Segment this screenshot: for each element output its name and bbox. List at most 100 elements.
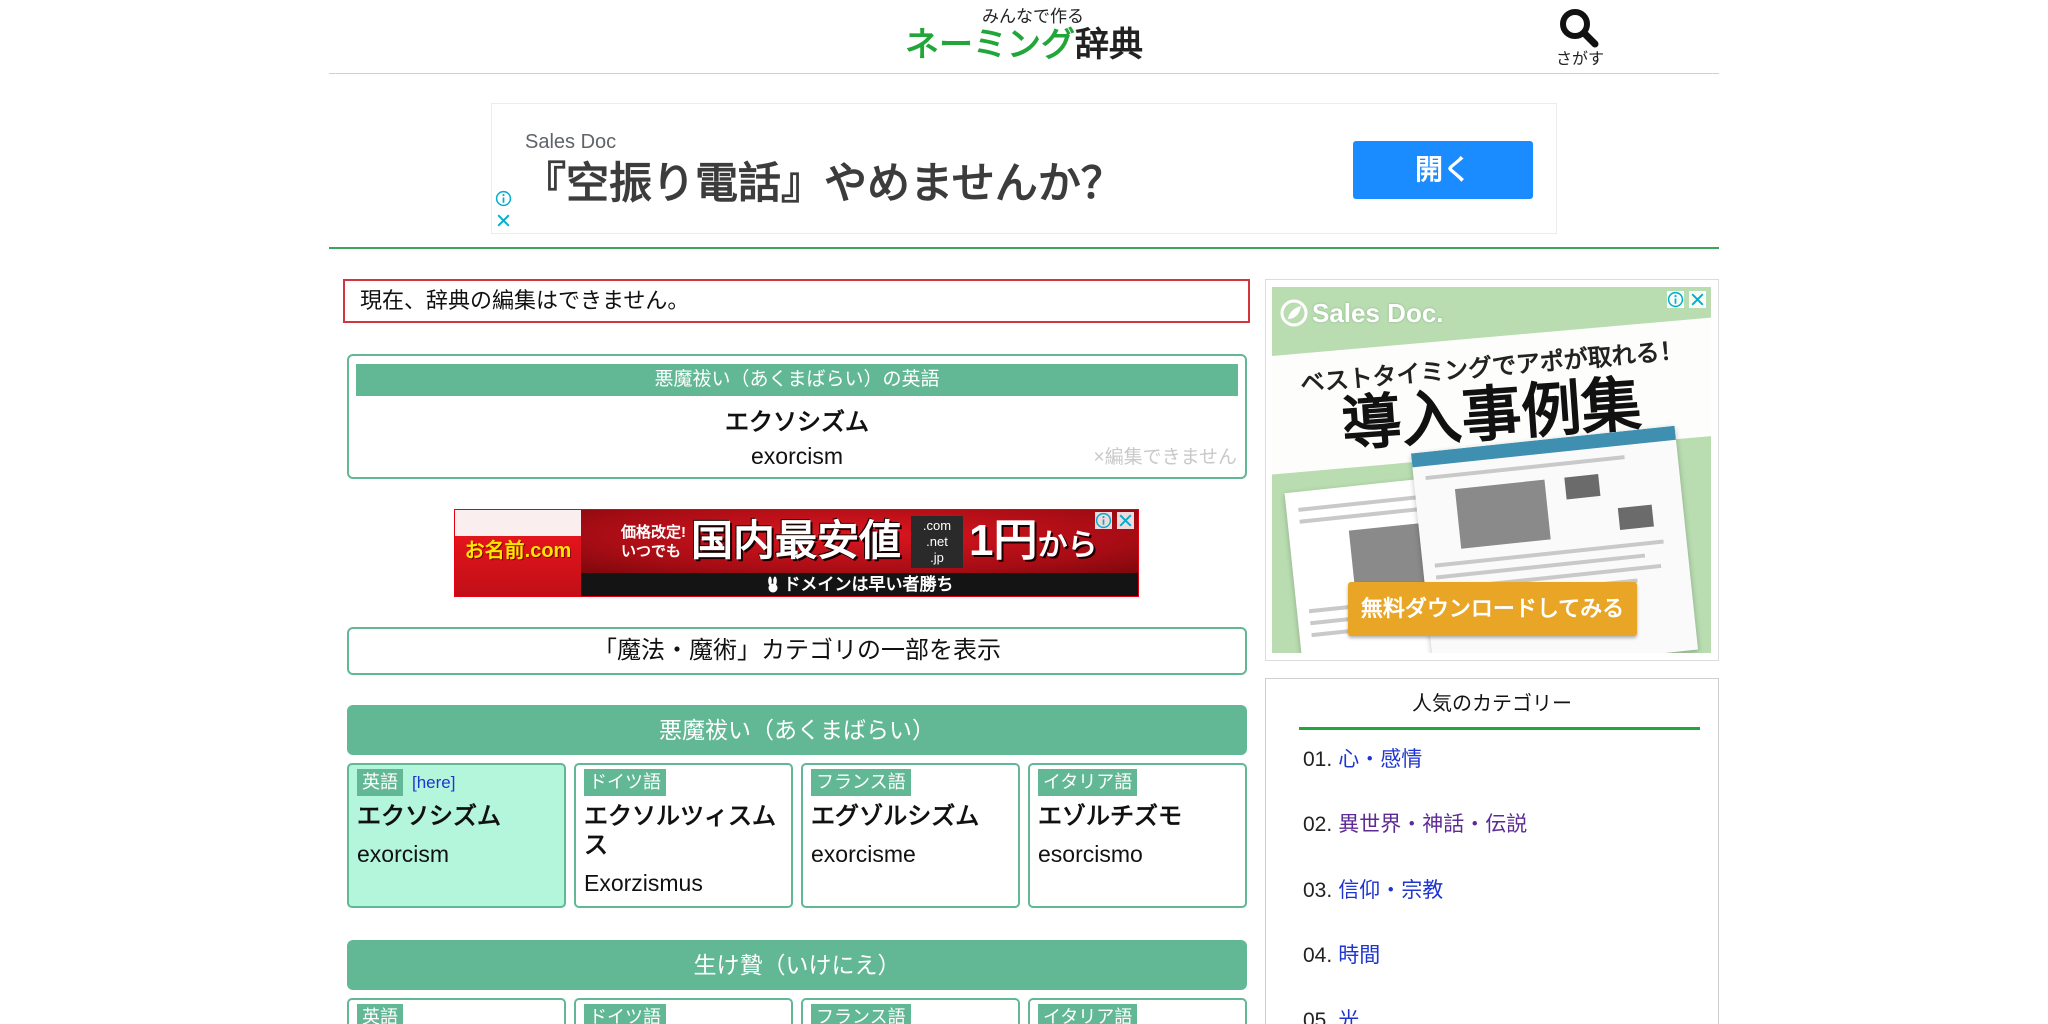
search-button[interactable]: さがす xyxy=(1550,4,1610,70)
translation-card-german[interactable]: ドイツ語 エクソルツィスムス Exorzismus xyxy=(574,763,793,908)
close-icon[interactable] xyxy=(495,212,512,229)
close-icon[interactable] xyxy=(1689,291,1706,308)
translation-word: エクソシズム xyxy=(357,803,501,830)
domain-ad-promo-line2: いつでも xyxy=(621,543,682,560)
language-tag: 英語 xyxy=(357,1004,403,1024)
list-item: 03. 信仰・宗教 xyxy=(1303,878,1443,904)
translation-latin: exorcism xyxy=(357,841,450,867)
translation-latin: esorcismo xyxy=(1038,841,1143,867)
close-icon[interactable] xyxy=(1117,512,1134,529)
info-icon[interactable] xyxy=(495,190,512,207)
category-link[interactable]: 心・感情 xyxy=(1338,748,1422,771)
word-section-header[interactable]: 悪魔祓い（あくまばらい） xyxy=(347,705,1247,755)
translation-card-italian[interactable]: イタリア語 xyxy=(1028,998,1247,1024)
domain-ad-price-value: 1円 xyxy=(969,516,1038,565)
card-tag-row: 英語 [here] xyxy=(357,769,556,796)
top-ad-open-button[interactable]: 開く xyxy=(1353,141,1533,199)
domain-ad-tld: .net xyxy=(926,534,948,549)
domain-ad-brand: お名前.com xyxy=(464,540,572,562)
domain-ad-tagline-strip: ドメインは早い者勝ち xyxy=(581,573,1138,596)
category-link[interactable]: 光 xyxy=(1338,1009,1359,1024)
category-link[interactable]: 異世界・神話・伝説 xyxy=(1338,813,1527,836)
doc-logo-badge xyxy=(1617,504,1654,531)
language-tag: フランス語 xyxy=(811,769,911,796)
card-tag-row: 英語 xyxy=(357,1004,556,1024)
list-item: 01. 心・感情 xyxy=(1303,747,1422,773)
translation-grid: 英語 [here] エクソシズム exorcism ドイツ語 エクソルツィスムス… xyxy=(347,763,1247,908)
page: みんなで作る ネーミング辞典 さがす Sales Doc 『空振り電話』やめませ… xyxy=(0,0,2048,1024)
card-tag-row: ドイツ語 xyxy=(584,769,783,796)
domain-ad-brand-panel: お名前.com xyxy=(455,510,581,596)
domain-ad-headline: 国内最安値 xyxy=(691,517,902,564)
translation-card-french[interactable]: フランス語 エグゾルシズム exorcisme xyxy=(801,763,1020,908)
language-tag: イタリア語 xyxy=(1038,1004,1138,1024)
translation-latin: Exorzismus xyxy=(584,870,703,896)
word-card-header: 悪魔祓い（あくまばらい）の英語 xyxy=(356,364,1238,396)
sidebar-ad-creative[interactable]: Sales Doc. ベストタイミングでアポが取れる！ 導入事例集 無料ダウンロ… xyxy=(1272,287,1711,653)
category-rank: 05. xyxy=(1303,1009,1333,1024)
domain-ad-price: 1円から xyxy=(969,516,1097,571)
card-tag-row: ドイツ語 xyxy=(584,1004,783,1024)
logo-title-green: ネーミング xyxy=(905,26,1075,64)
logo-title: ネーミング辞典 xyxy=(905,24,1143,66)
category-rank: 04. xyxy=(1303,944,1333,967)
translation-grid: 英語 ドイツ語 フランス語 イタリア語 xyxy=(347,998,1247,1024)
card-tag-row: フランス語 xyxy=(811,1004,1010,1024)
header-divider xyxy=(329,73,1719,74)
card-tag-row: イタリア語 xyxy=(1038,769,1237,796)
word-card: 悪魔祓い（あくまばらい）の英語 エクソシズム exorcism ×編集できません xyxy=(347,354,1247,479)
popular-categories-rule xyxy=(1299,727,1700,730)
edit-disabled-notice: 現在、辞典の編集はできません。 xyxy=(343,279,1250,323)
language-tag: イタリア語 xyxy=(1038,769,1138,796)
list-item: 05. 光 xyxy=(1303,1008,1359,1024)
sidebar-ad[interactable]: Sales Doc. ベストタイミングでアポが取れる！ 導入事例集 無料ダウンロ… xyxy=(1265,279,1719,661)
translation-card-french[interactable]: フランス語 xyxy=(801,998,1020,1024)
translation-word: エクソルツィスムス xyxy=(584,803,776,859)
domain-ad-tld-list: .com .net .jp xyxy=(911,516,963,568)
popular-categories-title: 人気のカテゴリー xyxy=(1412,693,1572,715)
section-divider xyxy=(329,247,1719,249)
top-ad-headline: 『空振り電話』やめませんか？ xyxy=(523,160,1124,208)
domain-ad-price-suffix: から xyxy=(1037,529,1098,562)
search-icon[interactable] xyxy=(1558,7,1600,49)
card-tag-row: フランス語 xyxy=(811,769,1010,796)
info-icon[interactable] xyxy=(1095,512,1112,529)
list-item: 04. 時間 xyxy=(1303,943,1380,969)
search-label[interactable]: さがす xyxy=(1550,50,1610,70)
category-link[interactable]: 「魔法・魔術」カテゴリの一部を表示 xyxy=(347,627,1247,675)
top-ad-banner[interactable]: Sales Doc 『空振り電話』やめませんか？ 開く xyxy=(491,103,1557,234)
current-marker: [here] xyxy=(412,772,456,792)
top-ad-brand: Sales Doc xyxy=(525,131,617,153)
info-icon[interactable] xyxy=(1667,291,1684,308)
rabbit-icon xyxy=(767,576,777,593)
word-card-word: エクソシズム xyxy=(725,409,869,436)
leaf-logo-icon xyxy=(1280,299,1308,327)
site-logo[interactable]: みんなで作る ネーミング辞典 xyxy=(900,4,1150,68)
language-tag: ドイツ語 xyxy=(584,1004,666,1024)
translation-card-english[interactable]: 英語 [here] エクソシズム exorcism xyxy=(347,763,566,908)
category-link[interactable]: 時間 xyxy=(1338,944,1380,967)
category-rank: 01. xyxy=(1303,748,1333,771)
sidebar-ad-download-button[interactable]: 無料ダウンロードしてみる xyxy=(1348,582,1637,636)
category-link[interactable]: 信仰・宗教 xyxy=(1338,879,1443,902)
logo-title-black: 辞典 xyxy=(1075,26,1143,64)
language-tag: 英語 xyxy=(357,769,403,796)
popular-categories: 人気のカテゴリー 01. 心・感情 02. 異世界・神話・伝説 03. 信仰・宗教 0… xyxy=(1265,678,1719,1024)
edit-disabled-label: ×編集できません xyxy=(1093,447,1237,468)
language-tag: フランス語 xyxy=(811,1004,911,1024)
doc-logo-badge xyxy=(1564,474,1601,500)
card-tag-row: イタリア語 xyxy=(1038,1004,1237,1024)
translation-card-german[interactable]: ドイツ語 xyxy=(574,998,793,1024)
word-section-header[interactable]: 生け贄（いけにえ） xyxy=(347,940,1247,990)
language-tag: ドイツ語 xyxy=(584,769,666,796)
translation-latin: exorcisme xyxy=(811,841,916,867)
domain-ad-banner[interactable]: お名前.com 価格改定! いつでも 国内最安値 .com .net .jp 1… xyxy=(454,509,1139,597)
translation-card-italian[interactable]: イタリア語 エゾルチズモ esorcismo xyxy=(1028,763,1247,908)
translation-card-english[interactable]: 英語 xyxy=(347,998,566,1024)
category-rank: 02. xyxy=(1303,813,1333,836)
domain-ad-tld: .jp xyxy=(930,550,944,565)
domain-ad-promo-line1: 価格改定! xyxy=(621,524,686,541)
domain-ad-tld: .com xyxy=(922,518,952,533)
translation-word: エグゾルシズム xyxy=(811,803,980,830)
list-item: 02. 異世界・神話・伝説 xyxy=(1303,812,1527,838)
